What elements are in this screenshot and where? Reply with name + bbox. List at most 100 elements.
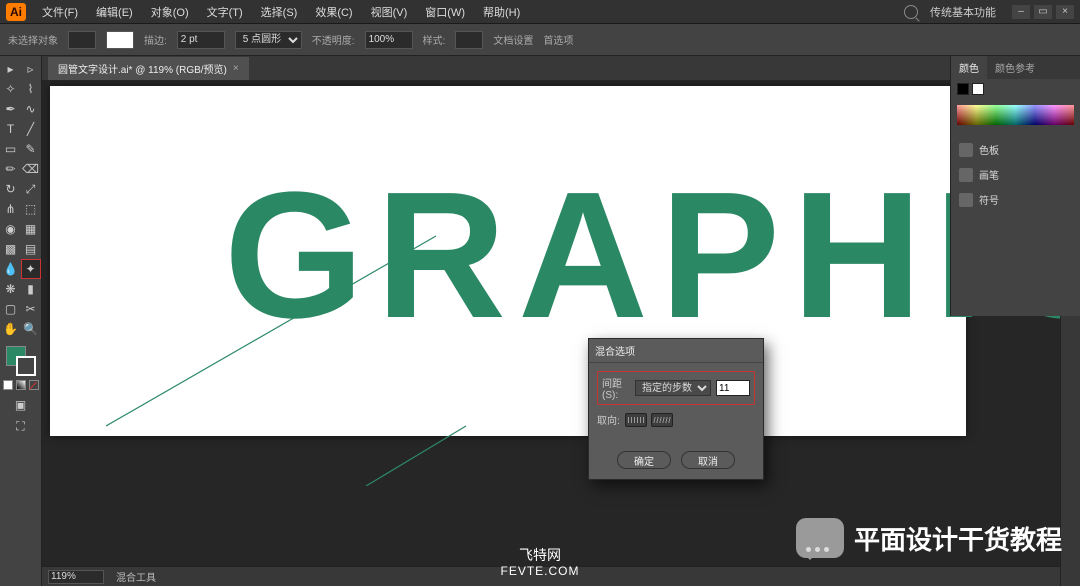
titlebar: Ai 文件(F) 编辑(E) 对象(O) 文字(T) 选择(S) 效果(C) 视… <box>0 0 1080 24</box>
swatches-icon <box>959 143 973 157</box>
brushes-label: 画笔 <box>979 167 999 182</box>
style-swatch[interactable] <box>455 31 483 49</box>
width-tool[interactable]: ⋔ <box>2 200 20 218</box>
document-tabs: 圆管文字设计.ai* @ 119% (RGB/预览) × <box>42 56 1060 80</box>
gradient-tool[interactable]: ▤ <box>22 240 40 258</box>
paintbrush-tool[interactable]: ✎ <box>22 140 40 158</box>
direct-selection-tool[interactable]: ▹ <box>22 60 40 78</box>
spacing-mode-select[interactable]: 指定的步数 <box>635 380 711 396</box>
ok-button[interactable]: 确定 <box>617 451 671 469</box>
artboard-tool[interactable]: ▢ <box>2 300 20 318</box>
free-transform-tool[interactable]: ⬚ <box>22 200 40 218</box>
status-bar: 混合工具 <box>42 566 1060 586</box>
spacing-row: 间距(S): 指定的步数 <box>597 371 755 405</box>
blend-tool[interactable]: ✦ <box>22 260 40 278</box>
lasso-tool[interactable]: ⌇ <box>22 80 40 98</box>
blend-options-dialog: 混合选项 间距(S): 指定的步数 取向: <box>588 338 764 480</box>
spacing-label: 间距(S): <box>602 375 630 401</box>
slice-tool[interactable]: ✂ <box>22 300 40 318</box>
color-panel-tab[interactable]: 颜色 <box>951 56 987 79</box>
spacing-steps-input[interactable] <box>716 380 750 396</box>
fill-stroke-control[interactable] <box>6 346 36 376</box>
shape-builder-tool[interactable]: ◉ <box>2 220 20 238</box>
menu-window[interactable]: 窗口(W) <box>417 0 473 24</box>
shaper-tool[interactable]: ✏ <box>2 160 20 178</box>
cancel-button[interactable]: 取消 <box>681 451 735 469</box>
selection-tool[interactable]: ▸ <box>2 60 20 78</box>
hand-tool[interactable]: ✋ <box>2 320 20 338</box>
color-spectrum[interactable] <box>957 105 1074 125</box>
canvas[interactable]: GRAPHIC 混合选项 间距(S): 指定的步数 取向: <box>42 80 1060 566</box>
doc-setup-button[interactable]: 文档设置 <box>493 32 533 47</box>
selection-info: 未选择对象 <box>8 32 58 47</box>
zoom-tool[interactable]: 🔍 <box>22 320 40 338</box>
perspective-tool[interactable]: ▦ <box>22 220 40 238</box>
line-tool[interactable]: ╱ <box>22 120 40 138</box>
symbol-sprayer-tool[interactable]: ❋ <box>2 280 20 298</box>
none-mode-icon[interactable] <box>29 380 39 390</box>
document-tab[interactable]: 圆管文字设计.ai* @ 119% (RGB/预览) × <box>48 57 249 80</box>
orientation-label: 取向: <box>597 412 620 427</box>
artwork-lines <box>106 226 486 486</box>
column-graph-tool[interactable]: ▮ <box>22 280 40 298</box>
symbols-label: 符号 <box>979 192 999 207</box>
draw-normal-icon[interactable]: ▣ <box>12 396 30 414</box>
opacity-label: 不透明度: <box>312 32 355 47</box>
color-swatch-white[interactable] <box>972 83 984 95</box>
workspace-switcher[interactable]: 传统基本功能 <box>930 4 996 20</box>
stroke-weight-input[interactable] <box>177 31 225 49</box>
color-mode-icon[interactable] <box>3 380 13 390</box>
menu-select[interactable]: 选择(S) <box>253 0 306 24</box>
options-bar: 未选择对象 描边: 5 点圆形 不透明度: 样式: 文档设置 首选项 <box>0 24 1080 56</box>
menu-file[interactable]: 文件(F) <box>34 0 86 24</box>
gradient-mode-icon[interactable] <box>16 380 26 390</box>
menu-object[interactable]: 对象(O) <box>143 0 197 24</box>
stroke-swatch[interactable] <box>106 31 134 49</box>
orientation-row: 取向: <box>597 412 755 427</box>
color-guide-tab[interactable]: 颜色参考 <box>987 56 1043 79</box>
zoom-input[interactable] <box>48 570 104 584</box>
window-close[interactable]: × <box>1056 5 1074 19</box>
prefs-button[interactable]: 首选项 <box>543 32 573 47</box>
menu-bar: 文件(F) 编辑(E) 对象(O) 文字(T) 选择(S) 效果(C) 视图(V… <box>34 0 528 24</box>
brush-select[interactable]: 5 点圆形 <box>235 31 302 49</box>
magic-wand-tool[interactable]: ✧ <box>2 80 20 98</box>
menu-help[interactable]: 帮助(H) <box>475 0 528 24</box>
close-tab-icon[interactable]: × <box>233 63 239 74</box>
rotate-tool[interactable]: ↻ <box>2 180 20 198</box>
symbols-icon <box>959 193 973 207</box>
panel-column: 颜色 颜色参考 色板 画笔 符号 <box>950 56 1080 316</box>
menu-view[interactable]: 视图(V) <box>363 0 416 24</box>
swatches-panel-item[interactable]: 色板 <box>951 137 1080 162</box>
color-swatch-black[interactable] <box>957 83 969 95</box>
mesh-tool[interactable]: ▩ <box>2 240 20 258</box>
window-minimize[interactable]: – <box>1012 5 1030 19</box>
eyedropper-tool[interactable]: 💧 <box>2 260 20 278</box>
dialog-title: 混合选项 <box>589 339 763 363</box>
app-logo: Ai <box>6 3 26 21</box>
window-maximize[interactable]: ▭ <box>1034 5 1052 19</box>
rectangle-tool[interactable]: ▭ <box>2 140 20 158</box>
style-label: 样式: <box>423 32 446 47</box>
pen-tool[interactable]: ✒ <box>2 100 20 118</box>
menu-effect[interactable]: 效果(C) <box>307 0 360 24</box>
curvature-tool[interactable]: ∿ <box>22 100 40 118</box>
artboard: GRAPHIC <box>50 86 966 436</box>
opacity-input[interactable] <box>365 31 413 49</box>
status-tool-label: 混合工具 <box>116 569 156 584</box>
stroke-color[interactable] <box>16 356 36 376</box>
screen-mode-icon[interactable]: ⛶ <box>12 417 30 435</box>
eraser-tool[interactable]: ⌫ <box>22 160 40 178</box>
brushes-icon <box>959 168 973 182</box>
symbols-panel-item[interactable]: 符号 <box>951 187 1080 212</box>
fill-swatch[interactable] <box>68 31 96 49</box>
search-icon[interactable] <box>904 5 918 19</box>
orient-align-path-button[interactable] <box>651 413 673 427</box>
orient-align-page-button[interactable] <box>625 413 647 427</box>
type-tool[interactable]: T <box>2 120 20 138</box>
menu-edit[interactable]: 编辑(E) <box>88 0 141 24</box>
scale-tool[interactable]: ⤢ <box>22 180 40 198</box>
brushes-panel-item[interactable]: 画笔 <box>951 162 1080 187</box>
menu-type[interactable]: 文字(T) <box>199 0 251 24</box>
document-tab-label: 圆管文字设计.ai* @ 119% (RGB/预览) <box>58 61 227 76</box>
